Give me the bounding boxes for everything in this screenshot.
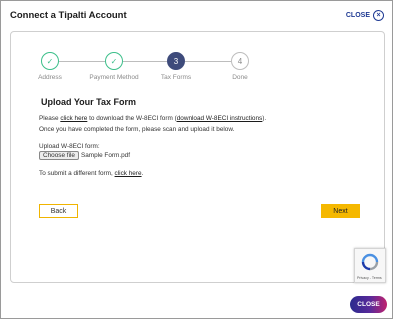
download-instructions: Please click here to download the W-8ECI…: [39, 115, 266, 122]
text-fragment: Please: [39, 115, 61, 122]
step-label-tax-forms: Tax Forms: [160, 74, 192, 81]
form-heading: Upload Your Tax Form: [41, 97, 137, 107]
download-form-link[interactable]: click here: [60, 115, 87, 122]
recaptcha-terms: Privacy - Terms: [357, 276, 382, 280]
progress-stepper: ✓ ✓ 3 4 Address Payment Method Tax Forms…: [11, 32, 384, 92]
step-label-done: Done: [232, 74, 248, 81]
step-label-payment-method: Payment Method: [89, 74, 139, 81]
step-connector: [59, 61, 105, 62]
step-label-address: Address: [38, 74, 62, 81]
back-button[interactable]: Back: [39, 204, 78, 218]
close-link[interactable]: CLOSE ×: [346, 10, 384, 21]
next-button[interactable]: Next: [321, 204, 360, 218]
recaptcha-badge[interactable]: Privacy - Terms: [354, 248, 386, 283]
download-instructions-link[interactable]: download W-8ECI instructions: [177, 115, 262, 122]
different-form-link[interactable]: click here: [115, 170, 142, 177]
step-connector: [123, 61, 167, 62]
file-input-row: Choose file Sample Form.pdf: [39, 151, 130, 160]
text-fragment: To submit a different form,: [39, 170, 115, 177]
close-link-label: CLOSE: [345, 12, 370, 19]
upload-label: Upload W-8ECI form:: [39, 143, 100, 150]
different-form-text: To submit a different form, click here.: [39, 170, 143, 177]
upload-instructions: Once you have completed the form, please…: [39, 126, 235, 133]
choose-file-button[interactable]: Choose file: [39, 151, 79, 160]
step-done-number: 4: [231, 52, 249, 70]
connect-account-modal: Connect a Tipalti Account CLOSE × ✓ ✓ 3 …: [0, 0, 393, 319]
text-fragment: .: [141, 170, 144, 177]
step-payment-check-icon: ✓: [105, 52, 123, 70]
step-address-check-icon: ✓: [41, 52, 59, 70]
selected-file-name: Sample Form.pdf: [80, 152, 130, 159]
form-panel: ✓ ✓ 3 4 Address Payment Method Tax Forms…: [10, 31, 386, 283]
text-fragment: to download the W-8ECI form (: [87, 115, 177, 122]
step-tax-forms-number: 3: [167, 52, 185, 70]
step-connector: [185, 61, 231, 62]
recaptcha-icon: [361, 253, 379, 271]
close-button[interactable]: CLOSE: [350, 296, 387, 313]
text-fragment: ).: [262, 115, 267, 122]
modal-title: Connect a Tipalti Account: [10, 10, 127, 21]
close-circle-icon: ×: [373, 10, 384, 21]
